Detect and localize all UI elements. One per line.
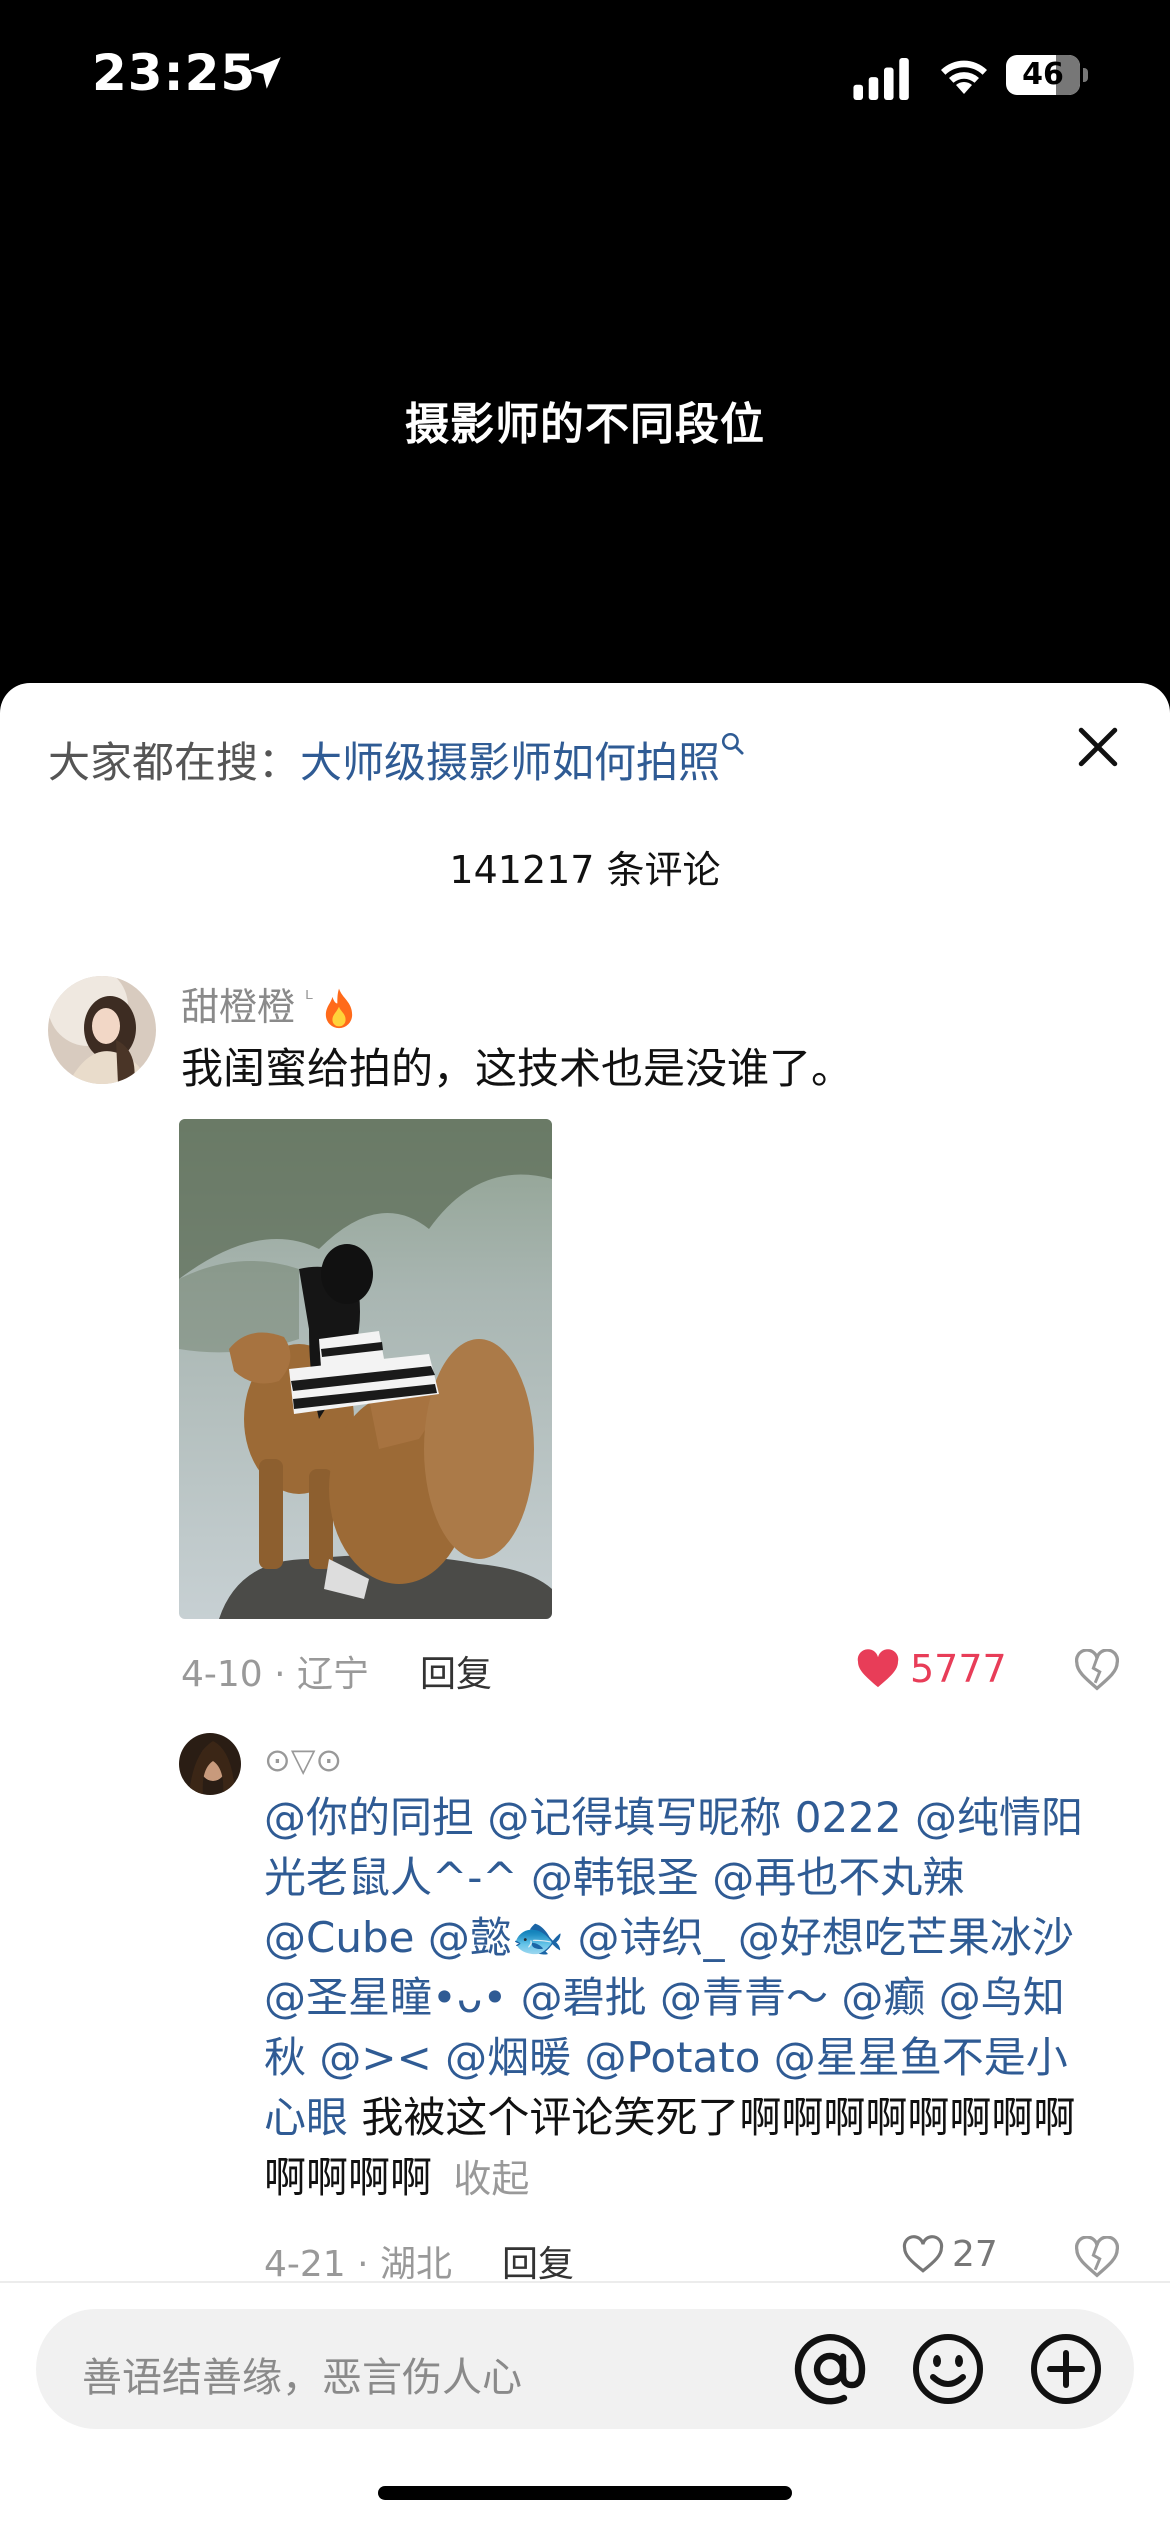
- comments-sheet: 大家都在搜：大师级摄影师如何拍照 141217 条评论 甜橙橙 ᴸ 我闺蜜给拍的…: [0, 683, 1170, 2532]
- reply-username[interactable]: ⊙▽⊙: [264, 1741, 342, 1779]
- battery-level: 46: [1022, 57, 1064, 92]
- mention-link[interactable]: @诗织_: [577, 1913, 724, 1962]
- collapse-button[interactable]: 收起: [453, 2157, 529, 2201]
- reply-date-location: 4-21 · 湖北: [264, 2244, 453, 2285]
- mention-link[interactable]: @><: [319, 2033, 431, 2082]
- plus-icon[interactable]: [1026, 2329, 1106, 2409]
- like-count: 5777: [910, 1647, 1007, 1691]
- screen: 23:25 46 摄影师的不同段位 大家都在搜：大师级摄影师如何拍照 14121…: [0, 0, 1170, 2532]
- avatar[interactable]: [48, 976, 156, 1084]
- like-button[interactable]: 5777: [856, 1647, 1007, 1691]
- mention-link[interactable]: @记得填写昵称 0222: [487, 1793, 901, 1842]
- reply-button[interactable]: 回复: [420, 1645, 492, 1697]
- search-suggestion[interactable]: 大家都在搜：大师级摄影师如何拍照: [48, 729, 746, 790]
- comment-text: 我闺蜜给拍的，这技术也是没谁了。: [181, 1044, 854, 1093]
- reply-body-text: 我被这个评论笑死了啊啊啊啊啊啊啊啊啊啊啊啊: [264, 2093, 1076, 2202]
- mention-link[interactable]: @好想吃芒果冰沙: [738, 1913, 1074, 1962]
- dislike-icon[interactable]: [1075, 2236, 1119, 2278]
- home-indicator[interactable]: [378, 2486, 792, 2500]
- video-caption: 摄影师的不同段位: [405, 399, 765, 450]
- heart-outline-icon: [902, 2234, 944, 2273]
- heart-filled-icon: [857, 1649, 899, 1688]
- username-mark: ᴸ: [305, 987, 313, 1013]
- emoji-icon[interactable]: [908, 2329, 988, 2409]
- close-icon[interactable]: [1070, 719, 1126, 775]
- comment-count: 141217 条评论: [449, 848, 721, 892]
- reply-button[interactable]: 回复: [502, 2235, 574, 2287]
- mention-link[interactable]: @癫: [841, 1973, 925, 2022]
- avatar[interactable]: [179, 1733, 241, 1795]
- like-count: 27: [952, 2234, 998, 2275]
- mention-link[interactable]: @韩银圣: [531, 1853, 699, 1902]
- status-bar: 23:25 46: [0, 0, 1170, 150]
- mention-link[interactable]: @青青～: [660, 1973, 828, 2022]
- comment-username[interactable]: 甜橙橙 ᴸ: [181, 976, 359, 1033]
- search-prefix: 大家都在搜：: [48, 738, 301, 787]
- dislike-icon[interactable]: [1075, 1649, 1119, 1691]
- comment-input[interactable]: 善语结善缘，恶言伤人心: [36, 2309, 1134, 2429]
- search-query-link[interactable]: 大师级摄影师如何拍照: [300, 738, 720, 787]
- mention-link[interactable]: @碧批: [521, 1973, 647, 2022]
- search-icon: [721, 732, 744, 755]
- at-icon[interactable]: [790, 2329, 870, 2409]
- mention-link[interactable]: @烟暖: [445, 2033, 571, 2082]
- mention-link[interactable]: @Potato: [585, 2033, 761, 2082]
- wifi-icon: [941, 60, 987, 94]
- battery-icon: 46: [1006, 55, 1088, 95]
- signal-icon: [853, 58, 909, 100]
- comment-date-location: 4-10 · 辽宁: [181, 1654, 370, 1695]
- status-time: 23:25: [92, 44, 257, 102]
- mention-link[interactable]: @再也不丸辣: [712, 1853, 964, 1902]
- comment-photo[interactable]: [179, 1119, 552, 1619]
- location-arrow-icon: [249, 57, 281, 89]
- like-button[interactable]: 27: [902, 2234, 998, 2275]
- fire-icon: [325, 988, 352, 1028]
- mention-link[interactable]: @圣星瞳•ᴗ•: [264, 1973, 507, 2022]
- mention-link[interactable]: @Cube: [264, 1913, 414, 1962]
- mention-link[interactable]: @你的同担: [264, 1793, 474, 1842]
- comment-input-placeholder: 善语结善缘，恶言伤人心: [82, 2355, 522, 2401]
- mention-link[interactable]: @懿🐟: [428, 1913, 564, 1962]
- reply-text: @你的同担 @记得填写昵称 0222 @纯情阳光老鼠人^-^ @韩银圣 @再也不…: [264, 1788, 1104, 2209]
- username-text: 甜橙橙: [181, 985, 296, 1029]
